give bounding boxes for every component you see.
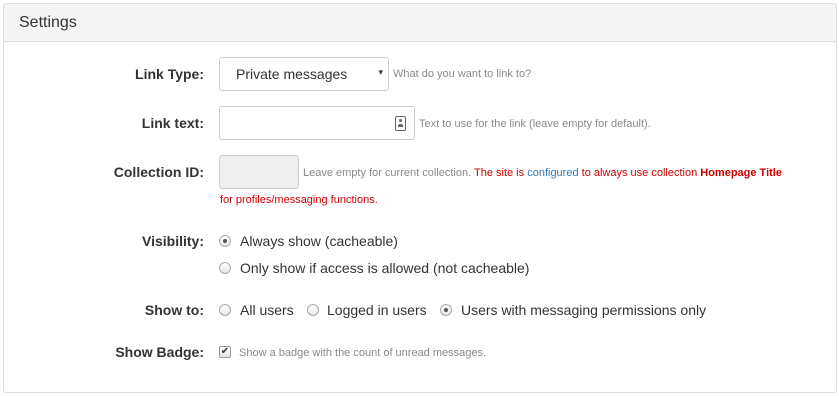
show-badge-help: Show a badge with the count of unread me…	[239, 347, 487, 359]
settings-panel: Settings	[3, 3, 837, 393]
link-type-selected-value: Private messages	[236, 66, 348, 82]
configured-link[interactable]: configured	[527, 167, 578, 179]
link-text-input[interactable]	[219, 106, 415, 140]
link-type-label: Link Type:	[135, 66, 204, 82]
show-badge-checkbox[interactable]: ✔	[219, 346, 231, 358]
visibility-always-label[interactable]: Always show (cacheable)	[240, 233, 398, 249]
collection-warning-part2: to always use collection	[581, 167, 698, 179]
collection-warning-part1: The site is	[474, 167, 525, 179]
show-to-messaging-label[interactable]: Users with messaging permissions only	[461, 302, 706, 318]
collection-name: Homepage Title	[700, 167, 782, 179]
panel-title: Settings	[4, 4, 836, 42]
checkmark-icon: ✔	[220, 346, 230, 357]
contact-card-icon[interactable]	[395, 116, 406, 131]
show-to-logged-in-radio[interactable]	[307, 304, 319, 316]
show-to-messaging-radio[interactable]	[440, 304, 452, 316]
link-type-select[interactable]: Private messages ▾	[219, 57, 389, 91]
show-badge-label: Show Badge:	[115, 344, 204, 360]
collection-id-input[interactable]	[219, 155, 299, 189]
visibility-access-label[interactable]: Only show if access is allowed (not cach…	[240, 260, 529, 276]
visibility-access-radio[interactable]	[219, 262, 231, 274]
collection-id-help-text: Leave empty for current collection.	[303, 167, 472, 179]
collection-id-label: Collection ID:	[113, 164, 204, 180]
show-to-logged-in-label[interactable]: Logged in users	[327, 302, 427, 318]
link-type-help: What do you want to link to?	[393, 68, 532, 80]
chevron-down-icon: ▾	[378, 67, 383, 77]
show-to-all-radio[interactable]	[219, 304, 231, 316]
visibility-label: Visibility:	[142, 233, 204, 249]
show-to-label: Show to:	[144, 302, 204, 318]
collection-id-help: Leave empty for current collection. The …	[303, 167, 782, 179]
show-to-all-label[interactable]: All users	[240, 302, 294, 318]
collection-warning-part3: for profiles/messaging functions.	[220, 194, 378, 206]
link-text-label: Link text:	[141, 115, 204, 131]
visibility-always-radio[interactable]	[219, 235, 231, 247]
link-text-help: Text to use for the link (leave empty fo…	[419, 118, 651, 130]
